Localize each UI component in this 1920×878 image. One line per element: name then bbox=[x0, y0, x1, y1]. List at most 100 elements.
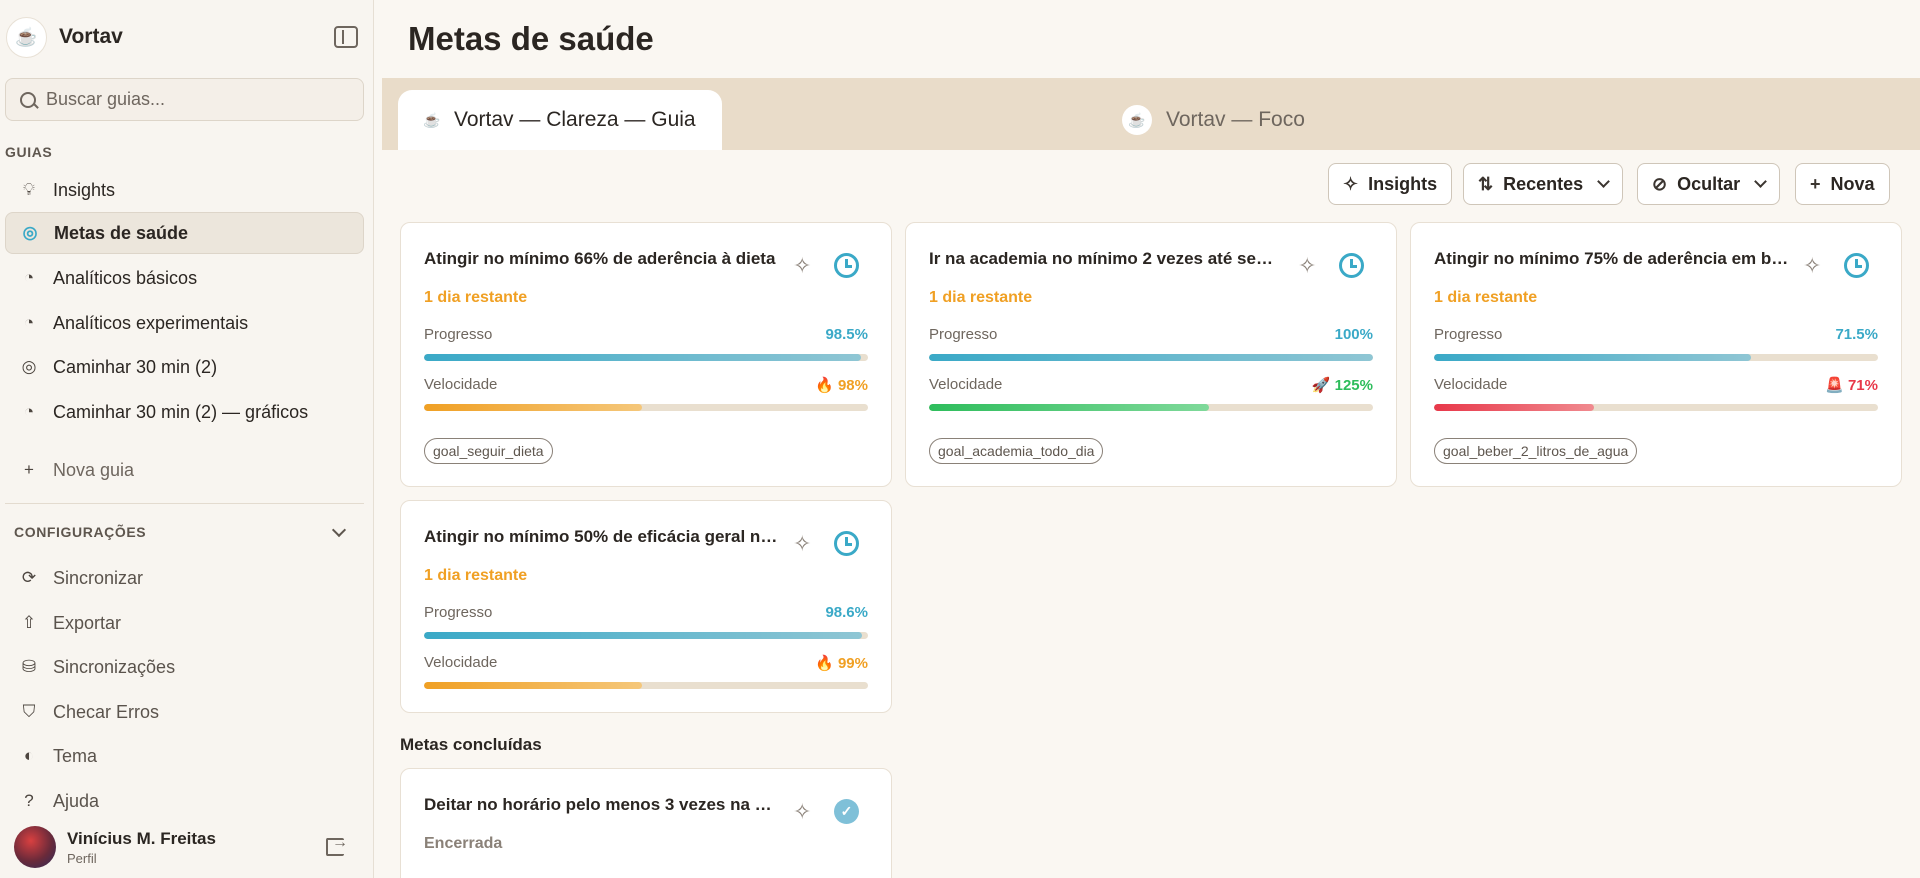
sidebar-item-analiticos-basicos[interactable]: ◔ Analíticos básicos bbox=[5, 257, 364, 299]
coffee-cup-icon: ☕ bbox=[1122, 105, 1152, 135]
velocity-label: Velocidade bbox=[1434, 376, 1508, 393]
sidebar-item-analiticos-experimentais[interactable]: ◔ Analíticos experimentais bbox=[5, 302, 364, 344]
velocity-value: 🚨 71% bbox=[1825, 376, 1878, 394]
velocity-bar bbox=[424, 404, 868, 411]
sparkle-icon[interactable]: ✧ bbox=[793, 531, 811, 557]
sidebar-item-label: Sincronizações bbox=[53, 656, 176, 677]
sidebar-item-label: Exportar bbox=[53, 612, 122, 633]
velocity-number: 71% bbox=[1847, 377, 1878, 394]
plus-icon: + bbox=[1810, 173, 1821, 194]
section-label-guides: GUIAS bbox=[5, 144, 53, 160]
sidebar-toggle-icon[interactable] bbox=[334, 26, 358, 48]
sidebar-item-insights[interactable]: 💡︎ Insights bbox=[5, 169, 364, 211]
goal-tag[interactable]: goal_academia_todo_dia bbox=[929, 438, 1104, 464]
new-guide-label: Nova guia bbox=[53, 459, 135, 480]
goal-card[interactable]: Ir na academia no mínimo 2 vezes até sem… bbox=[905, 222, 1397, 487]
progress-label: Progresso bbox=[424, 604, 493, 621]
search-box[interactable] bbox=[5, 78, 364, 121]
sidebar-item-metas-de-saude[interactable]: ◎ Metas de saúde bbox=[5, 212, 364, 254]
divider bbox=[5, 503, 364, 504]
goal-card[interactable]: Atingir no mínimo 75% de aderência em be… bbox=[1410, 222, 1902, 487]
pie-chart-icon: ◔ bbox=[23, 402, 35, 421]
sidebar-item-sincronizacoes[interactable]: ⛁ Sincronizações bbox=[5, 646, 364, 688]
goal-title: Atingir no mínimo 50% de eficácia geral … bbox=[424, 527, 779, 546]
progress-bar bbox=[1434, 354, 1878, 361]
lightbulb-icon: 💡︎ bbox=[23, 180, 35, 199]
sidebar-item-label: Metas de saúde bbox=[54, 222, 189, 243]
insights-button[interactable]: ✧ Insights bbox=[1328, 163, 1453, 205]
profile[interactable]: Vinícius M. Freitas Perfil bbox=[14, 825, 216, 869]
sparkle-icon[interactable]: ✧ bbox=[1298, 253, 1316, 279]
clock-icon[interactable] bbox=[1339, 253, 1364, 278]
insights-label: Insights bbox=[1368, 173, 1438, 194]
tab-clareza-guia[interactable]: ☕ Vortav — Clareza — Guia bbox=[398, 90, 722, 150]
check-icon[interactable]: ✓ bbox=[834, 799, 859, 824]
sidebar-item-caminhar-graficos[interactable]: ◔ Caminhar 30 min (2) — gráficos bbox=[5, 391, 364, 433]
sparkle-icon[interactable]: ✧ bbox=[793, 253, 811, 279]
pie-chart-icon: ◔ bbox=[23, 268, 35, 287]
sidebar-item-caminhar[interactable]: ◎ Caminhar 30 min (2) bbox=[5, 346, 364, 388]
sort-recent-button[interactable]: ⇅ Recentes bbox=[1463, 163, 1624, 205]
goal-title: Atingir no mínimo 66% de aderência à die… bbox=[424, 249, 776, 268]
velocity-number: 125% bbox=[1334, 377, 1373, 394]
velocity-bar bbox=[424, 682, 868, 689]
sidebar-item-sincronizar[interactable]: ⟳ Sincronizar bbox=[5, 557, 364, 599]
coffee-cup-icon: ☕ bbox=[6, 16, 47, 58]
profile-name: Vinícius M. Freitas bbox=[67, 828, 216, 848]
clock-icon[interactable] bbox=[834, 253, 859, 278]
logout-icon[interactable] bbox=[326, 834, 348, 856]
progress-label: Progresso bbox=[424, 326, 493, 343]
goal-tag[interactable]: goal_seguir_dieta bbox=[424, 438, 553, 464]
chevron-down-icon bbox=[331, 522, 347, 537]
progress-bar bbox=[929, 354, 1373, 361]
palette-icon: ◐ bbox=[23, 746, 35, 765]
settings-section-toggle[interactable]: CONFIGURAÇÕES bbox=[14, 522, 347, 540]
sparkle-icon[interactable]: ✧ bbox=[1803, 253, 1821, 279]
shield-icon: ⛉ bbox=[22, 702, 36, 721]
sidebar-item-tema[interactable]: ◐ Tema bbox=[5, 735, 364, 777]
target-icon: ◎ bbox=[22, 223, 38, 242]
sparkle-icon: ✧ bbox=[1343, 173, 1359, 194]
velocity-value: 🔥 99% bbox=[815, 654, 868, 672]
clock-icon[interactable] bbox=[834, 531, 859, 556]
goal-card[interactable]: Atingir no mínimo 66% de aderência à die… bbox=[400, 222, 892, 487]
export-icon: ⇧ bbox=[21, 613, 37, 632]
sidebar-item-label: Analíticos experimentais bbox=[53, 312, 249, 333]
search-input[interactable] bbox=[46, 89, 346, 110]
brand[interactable]: ☕ Vortav bbox=[6, 16, 123, 58]
tab-foco[interactable]: ☕ Vortav — Foco bbox=[1102, 90, 1331, 150]
sidebar-item-ajuda[interactable]: ? Ajuda bbox=[5, 780, 364, 822]
refresh-icon: ⟳ bbox=[21, 568, 37, 587]
profile-sub: Perfil bbox=[67, 850, 97, 866]
completed-goal-card[interactable]: Deitar no horário pelo menos 3 vezes na … bbox=[400, 768, 892, 878]
completed-goals-heading: Metas concluídas bbox=[400, 735, 542, 754]
status-text: Encerrada bbox=[424, 835, 503, 852]
goal-title: Ir na academia no mínimo 2 vezes até sem… bbox=[929, 249, 1284, 268]
sort-label: Recentes bbox=[1503, 173, 1584, 194]
progress-bar bbox=[424, 354, 868, 361]
velocity-bar bbox=[929, 404, 1373, 411]
plus-icon: + bbox=[24, 460, 34, 479]
velocity-label: Velocidade bbox=[424, 654, 498, 671]
sparkle-icon[interactable]: ✧ bbox=[793, 799, 811, 825]
sidebar-item-checar-erros[interactable]: ⛉ Checar Erros bbox=[5, 691, 364, 733]
goal-card[interactable]: Atingir no mínimo 50% de eficácia geral … bbox=[400, 500, 892, 713]
sidebar-item-label: Caminhar 30 min (2) bbox=[53, 356, 218, 377]
section-label-settings: CONFIGURAÇÕES bbox=[14, 524, 147, 540]
clock-icon[interactable] bbox=[1844, 253, 1869, 278]
goal-tag[interactable]: goal_beber_2_litros_de_agua bbox=[1434, 438, 1638, 464]
sidebar-item-label: Insights bbox=[53, 179, 116, 200]
hide-button[interactable]: ⊘ Ocultar bbox=[1637, 163, 1781, 205]
new-guide-button[interactable]: + Nova guia bbox=[5, 449, 364, 491]
remaining-text: 1 dia restante bbox=[1434, 289, 1538, 306]
rocket-icon: 🚀 bbox=[1311, 377, 1331, 394]
avatar bbox=[14, 826, 56, 868]
fire-icon: 🔥 bbox=[815, 655, 834, 672]
brand-name: Vortav bbox=[59, 25, 123, 48]
remaining-text: 1 dia restante bbox=[424, 567, 528, 584]
remaining-text: 1 dia restante bbox=[424, 289, 528, 306]
alarm-icon: 🚨 bbox=[1825, 377, 1844, 394]
tab-bar: ☕ Vortav — Clareza — Guia ☕ Vortav — Foc… bbox=[382, 78, 1920, 150]
sidebar-item-exportar[interactable]: ⇧ Exportar bbox=[5, 602, 364, 644]
new-goal-button[interactable]: + Nova bbox=[1795, 163, 1890, 205]
